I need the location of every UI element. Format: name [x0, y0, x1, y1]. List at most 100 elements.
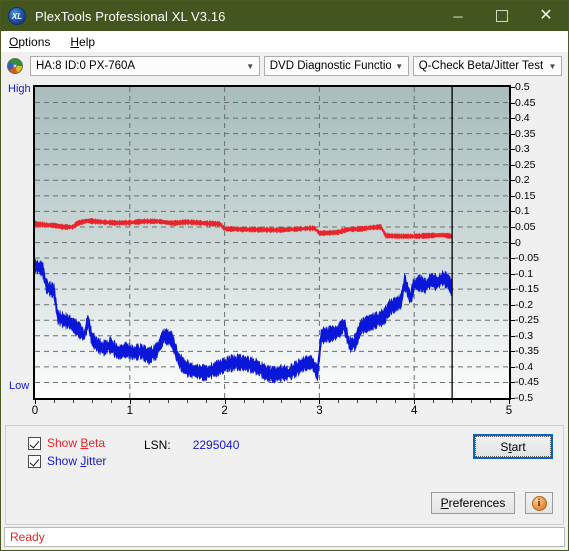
y-axis-tick-mark — [511, 304, 515, 306]
show-beta-checkbox[interactable] — [28, 436, 41, 450]
preferences-label-key: P — [440, 496, 449, 510]
x-axis-tick-label: 2 — [221, 405, 228, 417]
x-axis-minor-tick — [357, 400, 359, 403]
x-axis-minor-tick — [471, 400, 473, 403]
x-axis-minor-tick — [243, 400, 245, 403]
y-axis-tick-mark — [511, 226, 515, 228]
lsn-label: LSN: — [144, 438, 171, 452]
y-axis-tick-label: 0.2 — [515, 174, 530, 187]
preferences-button[interactable]: Preferences — [431, 492, 515, 514]
menu-bar: Options Help — [1, 31, 568, 52]
y-axis-tick-mark — [511, 164, 515, 166]
x-axis-tick-label: 3 — [316, 405, 323, 417]
x-axis-tick-mark — [224, 400, 226, 404]
chart-panel: High Low 0.5 0.45 0.4 0.35 0.3 0.25 0.2 0.15 0.1… — [3, 80, 566, 425]
start-label-pre: S — [500, 439, 509, 454]
y-axis-tick-label: -0.2 — [515, 298, 534, 311]
show-jitter-label: Show Jitter — [47, 454, 106, 468]
plextools-window: XL PlexTools Professional XL V3.16 ─ ✕ O… — [0, 0, 569, 551]
y-axis-tick-mark — [511, 289, 515, 291]
lsn-value: 2295040 — [192, 438, 240, 452]
y-axis-tick-mark — [511, 211, 515, 213]
status-bar: Ready — [4, 527, 565, 547]
y-axis-tick-mark — [511, 351, 515, 353]
plot-svg — [35, 87, 509, 398]
y-axis-tick-label: -0.5 — [515, 392, 534, 404]
info-button[interactable]: i — [525, 492, 553, 514]
x-axis-minor-tick — [338, 400, 340, 403]
y-axis-tick-label: 0.5 — [515, 81, 530, 93]
y-axis-tick-mark — [511, 242, 515, 244]
y-axis-tick-mark — [511, 258, 515, 260]
start-button[interactable]: St art — [473, 434, 553, 459]
y-axis-tick-mark — [511, 335, 515, 337]
y-axis-tick-mark — [511, 320, 515, 322]
x-axis-minor-tick — [376, 400, 378, 403]
x-axis-minor-tick — [433, 400, 435, 403]
x-axis-minor-tick — [110, 400, 112, 403]
x-axis-tick-mark — [129, 400, 131, 404]
minimize-button[interactable]: ─ — [436, 1, 480, 31]
y-axis-tick-mark — [511, 149, 515, 151]
x-axis-tick-label: 5 — [505, 405, 513, 417]
y-axis-tick-label: 0.25 — [515, 158, 536, 171]
menu-options-label: ptions — [18, 34, 51, 49]
x-axis-minor-tick — [72, 400, 74, 403]
y-axis-tick-label: 0 — [515, 236, 521, 249]
show-jitter-label-pre: Show — [47, 454, 81, 468]
x-axis-minor-tick — [148, 400, 150, 403]
drive-select[interactable]: HA:8 ID:0 PX-760A ▼ — [30, 56, 260, 76]
test-select[interactable]: Q-Check Beta/Jitter Test ▼ — [412, 56, 562, 76]
cd-disc-icon — [7, 58, 23, 74]
plot-area[interactable] — [33, 85, 511, 400]
menu-help-label: elp — [79, 34, 96, 49]
y-axis-tick-mark — [511, 87, 515, 88]
y-axis-tick-mark — [511, 133, 515, 135]
menu-item-options[interactable]: Options — [9, 35, 50, 49]
lsn-block: LSN: 2295040 — [144, 438, 239, 452]
maximize-button[interactable] — [480, 1, 524, 31]
menu-item-help[interactable]: Help — [70, 35, 95, 49]
x-axis-minor-tick — [300, 400, 302, 403]
x-axis-tick-mark — [509, 400, 510, 404]
maximize-icon — [496, 10, 508, 22]
y-axis-tick-label: 0.15 — [515, 189, 536, 202]
y-axis-tick-mark — [511, 273, 515, 275]
preferences-label-post: references — [448, 496, 506, 510]
y-axis-tick-mark — [511, 118, 515, 120]
axis-label-low: Low — [9, 380, 30, 392]
show-jitter-checkbox[interactable] — [28, 454, 41, 468]
y-axis-tick-label: 0.45 — [515, 96, 536, 109]
y-axis-tick-label: -0.05 — [515, 252, 539, 265]
y-axis-tick-label: -0.15 — [515, 283, 539, 296]
x-axis-minor-tick — [262, 400, 264, 403]
x-axis-tick-label: 4 — [410, 405, 418, 417]
function-select[interactable]: DVD Diagnostic Functions ▼ — [263, 56, 409, 76]
x-axis-tick-mark — [414, 400, 416, 404]
y-axis-tick-label: -0.45 — [515, 376, 539, 389]
info-icon: i — [531, 495, 547, 511]
start-label-post: art — [511, 439, 526, 454]
x-axis-minor-tick — [452, 400, 454, 403]
window-title: PlexTools Professional XL V3.16 — [35, 8, 226, 24]
test-select-value: Q-Check Beta/Jitter Test — [418, 60, 544, 72]
y-axis-tick-mark — [511, 180, 515, 182]
function-select-value: DVD Diagnostic Functions — [269, 60, 391, 72]
x-axis-tick-mark — [319, 400, 321, 404]
x-axis-minor-tick — [205, 400, 207, 403]
close-button[interactable]: ✕ — [524, 1, 568, 31]
window-controls: ─ ✕ — [436, 1, 568, 31]
x-axis-minor-tick — [53, 400, 55, 403]
y-axis-tick-mark — [511, 398, 515, 399]
show-beta-label-post: eta — [88, 436, 106, 450]
y-axis-tick-label: 0.05 — [515, 220, 536, 233]
app-icon: XL — [8, 7, 26, 25]
start-button-inner: St art — [475, 436, 551, 457]
chevron-down-icon: ▼ — [395, 61, 404, 71]
title-bar: XL PlexTools Professional XL V3.16 ─ ✕ — [1, 1, 568, 31]
y-axis-tick-label: -0.35 — [515, 345, 539, 358]
y-axis-tick-mark — [511, 382, 515, 384]
chevron-down-icon: ▼ — [548, 61, 557, 71]
x-axis-minor-tick — [91, 400, 93, 403]
x-axis-minor-tick — [167, 400, 169, 403]
